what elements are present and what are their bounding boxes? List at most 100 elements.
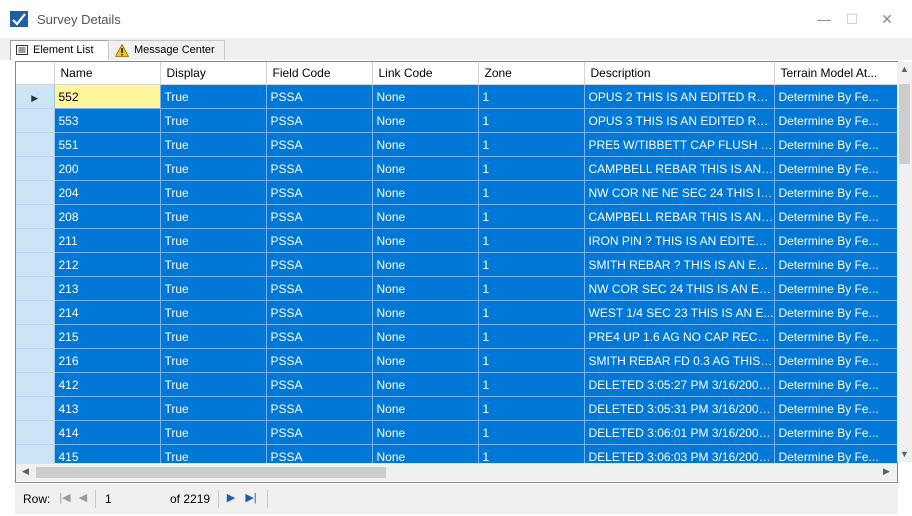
table-cell[interactable]: True bbox=[160, 372, 267, 397]
tab-element-list[interactable]: Element List bbox=[10, 40, 110, 60]
table-cell[interactable]: None bbox=[372, 156, 479, 181]
table-cell[interactable]: SMITH REBAR FD 0.3 AG THIS I... bbox=[584, 348, 775, 373]
table-cell[interactable]: Determine By Fe... bbox=[774, 204, 897, 229]
row-header[interactable] bbox=[16, 300, 55, 325]
row-header[interactable] bbox=[16, 156, 55, 181]
table-cell[interactable]: True bbox=[160, 204, 267, 229]
table-cell[interactable]: DELETED 3:06:01 PM 3/16/2009 ... bbox=[584, 420, 775, 445]
table-cell[interactable]: True bbox=[160, 156, 267, 181]
table-cell[interactable]: 215 bbox=[54, 324, 161, 349]
table-cell[interactable]: DELETED 3:05:31 PM 3/16/2009 ... bbox=[584, 396, 775, 421]
table-cell[interactable]: PSSA bbox=[266, 228, 373, 253]
last-record-icon[interactable]: ▶| bbox=[243, 490, 259, 506]
table-cell[interactable]: NW COR NE NE SEC 24 THIS IS ... bbox=[584, 180, 775, 205]
table-cell[interactable]: 1 bbox=[478, 204, 585, 229]
table-cell[interactable]: True bbox=[160, 132, 267, 157]
table-cell[interactable]: CAMPBELL REBAR THIS IS AN E... bbox=[584, 204, 775, 229]
table-cell[interactable]: None bbox=[372, 420, 479, 445]
table-cell[interactable]: 213 bbox=[54, 276, 161, 301]
column-header[interactable]: Field Code bbox=[266, 62, 373, 85]
table-row[interactable]: 553 True PSSA None 1 OPUS 3 THIS IS AN EDITED… bbox=[16, 108, 897, 133]
table-cell[interactable]: Determine By Fe... bbox=[774, 180, 897, 205]
table-cell[interactable]: 412 bbox=[54, 372, 161, 397]
table-cell[interactable]: WEST 1/4 SEC 23 THIS IS AN E... bbox=[584, 300, 775, 325]
table-cell[interactable]: 214 bbox=[54, 300, 161, 325]
row-header[interactable] bbox=[16, 252, 55, 277]
table-cell[interactable]: 1 bbox=[478, 276, 585, 301]
table-cell[interactable]: 212 bbox=[54, 252, 161, 277]
table-cell[interactable]: PSSA bbox=[266, 156, 373, 181]
minimize-button[interactable]: — bbox=[809, 8, 839, 30]
scroll-left-arrow-icon[interactable]: ◀ bbox=[18, 466, 33, 477]
table-cell[interactable]: NW COR SEC 24 THIS IS AN EDI... bbox=[584, 276, 775, 301]
table-cell[interactable]: None bbox=[372, 252, 479, 277]
table-cell[interactable]: Determine By Fe... bbox=[774, 252, 897, 277]
table-cell[interactable]: PSSA bbox=[266, 204, 373, 229]
scroll-down-arrow-icon[interactable]: ▼ bbox=[897, 449, 912, 459]
table-cell[interactable]: True bbox=[160, 276, 267, 301]
table-cell[interactable]: 1 bbox=[478, 228, 585, 253]
table-cell[interactable]: None bbox=[372, 108, 479, 133]
table-cell[interactable]: None bbox=[372, 276, 479, 301]
table-cell[interactable]: Determine By Fe... bbox=[774, 108, 897, 133]
table-cell[interactable]: True bbox=[160, 108, 267, 133]
table-row[interactable]: 213 True PSSA None 1 NW COR SEC 24 THIS IS AN… bbox=[16, 276, 897, 301]
table-cell[interactable]: None bbox=[372, 180, 479, 205]
table-cell[interactable]: None bbox=[372, 300, 479, 325]
table-cell[interactable]: DELETED 3:05:27 PM 3/16/2009 ... bbox=[584, 372, 775, 397]
table-cell[interactable]: PSSA bbox=[266, 180, 373, 205]
table-cell[interactable]: 551 bbox=[54, 132, 161, 157]
table-cell[interactable]: Determine By Fe... bbox=[774, 84, 897, 109]
table-cell[interactable]: SMITH REBAR ? THIS IS AN EDI... bbox=[584, 252, 775, 277]
table-cell[interactable]: True bbox=[160, 228, 267, 253]
row-header[interactable] bbox=[16, 396, 55, 421]
table-row[interactable]: 412 True PSSA None 1 DELETED 3:05:27 PM 3/16/… bbox=[16, 372, 897, 397]
row-header[interactable] bbox=[16, 204, 55, 229]
table-cell[interactable]: True bbox=[160, 300, 267, 325]
table-cell[interactable]: True bbox=[160, 180, 267, 205]
table-cell[interactable]: 1 bbox=[478, 420, 585, 445]
table-cell[interactable]: True bbox=[160, 324, 267, 349]
vertical-scrollbar[interactable]: ▲ ▼ bbox=[897, 62, 912, 462]
table-cell[interactable]: 211 bbox=[54, 228, 161, 253]
table-cell[interactable]: None bbox=[372, 228, 479, 253]
table-cell[interactable]: 1 bbox=[478, 300, 585, 325]
table-row[interactable]: 216 True PSSA None 1 SMITH REBAR FD 0.3 AG TH… bbox=[16, 348, 897, 373]
horizontal-scroll-thumb[interactable] bbox=[36, 467, 386, 478]
table-row[interactable]: 208 True PSSA None 1 CAMPBELL REBAR THIS IS A… bbox=[16, 204, 897, 229]
table-cell[interactable]: PSSA bbox=[266, 372, 373, 397]
row-header[interactable] bbox=[16, 228, 55, 253]
horizontal-scrollbar[interactable]: ◀ ▶ bbox=[16, 463, 897, 481]
table-cell[interactable]: 552 bbox=[54, 84, 161, 109]
table-cell[interactable]: PSSA bbox=[266, 348, 373, 373]
scroll-up-arrow-icon[interactable]: ▲ bbox=[897, 64, 912, 74]
table-cell[interactable]: 208 bbox=[54, 204, 161, 229]
table-cell[interactable]: OPUS 2 THIS IS AN EDITED REC... bbox=[584, 84, 775, 109]
table-cell[interactable]: PSSA bbox=[266, 324, 373, 349]
column-header[interactable]: Name bbox=[54, 62, 161, 85]
scroll-right-arrow-icon[interactable]: ▶ bbox=[879, 466, 894, 477]
table-cell[interactable]: 1 bbox=[478, 84, 585, 109]
table-cell[interactable]: PSSA bbox=[266, 132, 373, 157]
table-cell[interactable]: None bbox=[372, 396, 479, 421]
table-cell[interactable]: None bbox=[372, 132, 479, 157]
row-header[interactable] bbox=[16, 132, 55, 157]
maximize-button[interactable]: ☐ bbox=[837, 8, 867, 30]
table-cell[interactable]: 1 bbox=[478, 372, 585, 397]
table-cell[interactable]: 1 bbox=[478, 156, 585, 181]
table-cell[interactable]: PSSA bbox=[266, 84, 373, 109]
row-header[interactable] bbox=[16, 276, 55, 301]
table-cell[interactable]: True bbox=[160, 84, 267, 109]
table-row[interactable]: 414 True PSSA None 1 DELETED 3:06:01 PM 3/16/… bbox=[16, 420, 897, 445]
table-cell[interactable]: PSSA bbox=[266, 396, 373, 421]
row-position-input[interactable]: 1 bbox=[105, 492, 112, 506]
table-cell[interactable]: Determine By Fe... bbox=[774, 276, 897, 301]
table-cell[interactable]: None bbox=[372, 324, 479, 349]
row-header[interactable] bbox=[16, 420, 55, 445]
row-header[interactable] bbox=[16, 372, 55, 397]
table-cell[interactable]: Determine By Fe... bbox=[774, 396, 897, 421]
table-cell[interactable]: 1 bbox=[478, 324, 585, 349]
column-header[interactable]: Zone bbox=[478, 62, 585, 85]
table-cell[interactable]: True bbox=[160, 396, 267, 421]
table-row[interactable]: ▶ 552 True PSSA None 1 OPUS 2 THIS IS AN EDITE… bbox=[16, 84, 897, 109]
